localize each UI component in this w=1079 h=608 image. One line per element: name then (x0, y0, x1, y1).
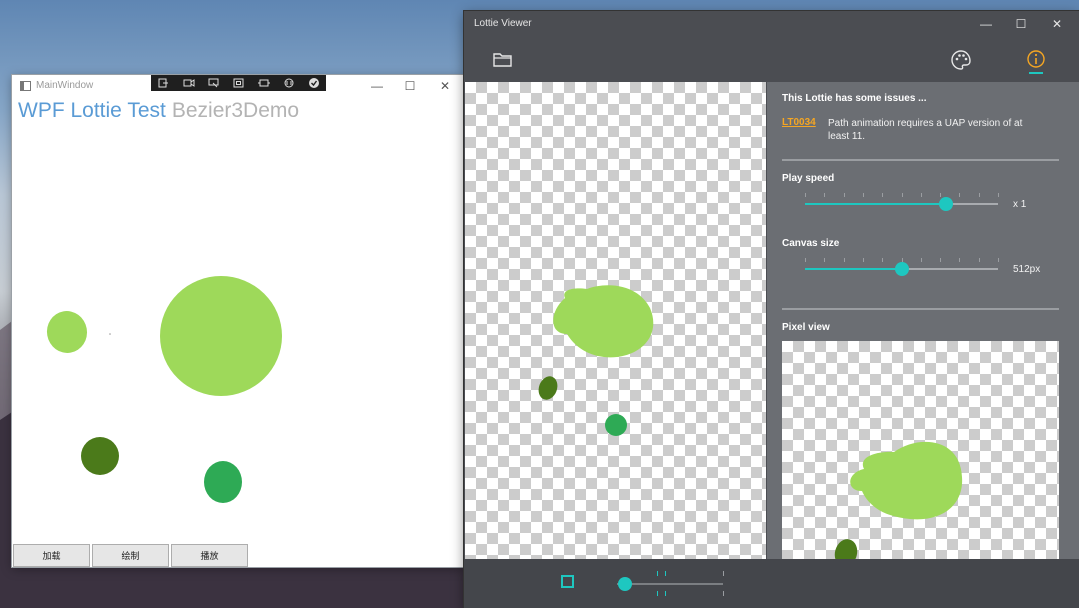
slider-tick (824, 258, 825, 262)
marker (657, 591, 658, 596)
shape-dark-green (81, 437, 119, 475)
lottie-viewer-window: Lottie Viewer — ☐ ✕ This Lottie has some… (464, 11, 1079, 608)
slider-tick (921, 193, 922, 197)
shape-mid-green (605, 414, 627, 436)
binding-failures-icon[interactable] (283, 78, 295, 88)
marker (665, 591, 666, 596)
divider (782, 159, 1059, 161)
lottie-stage (465, 82, 766, 559)
lv-close-button[interactable]: ✕ (1040, 15, 1074, 33)
wpf-heading-secondary: Bezier3Demo (171, 99, 300, 122)
marker (723, 591, 724, 596)
slider-thumb[interactable] (939, 197, 953, 211)
slider-tick (805, 193, 806, 197)
lottie-viewer-title: Lottie Viewer (474, 18, 532, 29)
slider-tick (863, 258, 864, 262)
playback-scrubber[interactable] (617, 571, 724, 596)
pixel-view-canvas (782, 341, 1059, 559)
canvas-size-slider[interactable] (805, 258, 999, 277)
slider-tick (940, 258, 941, 262)
slider-tick (882, 258, 883, 262)
canvas-size-value: 512px (1013, 264, 1041, 275)
playback-bar (464, 559, 1079, 608)
slider-tick (979, 258, 980, 262)
wpf-lottie-canvas (46, 276, 282, 503)
folder-icon (493, 53, 512, 67)
stop-button[interactable] (561, 575, 574, 588)
wpf-title-bar[interactable]: MainWindow — ☐ ✕ (12, 75, 464, 97)
wpf-heading: WPF Lottie Test Bezier3Demo (18, 99, 299, 123)
camera-icon[interactable] (183, 78, 195, 88)
track-focused-element-icon[interactable] (257, 78, 270, 88)
marker (657, 571, 658, 576)
slider-fill (805, 203, 946, 205)
marker (665, 571, 666, 576)
slider-tick (921, 258, 922, 262)
lv-minimize-button[interactable]: — (969, 15, 1003, 33)
wpf-heading-primary: WPF Lottie Test (18, 99, 166, 122)
slider-tick (882, 193, 883, 197)
shape-light-green-large (160, 276, 282, 396)
canvas-size-label: Canvas size (782, 238, 840, 249)
slider-tick (863, 193, 864, 197)
color-palette-button[interactable] (950, 49, 972, 71)
issues-title: This Lottie has some issues ... (782, 93, 927, 104)
slider-tick (979, 193, 980, 197)
shape-dark-green (538, 376, 558, 400)
play-speed-slider[interactable] (805, 193, 999, 212)
slider-tick (959, 193, 960, 197)
selected-indicator (1029, 72, 1043, 74)
slider-tick (998, 258, 999, 262)
issues-info-button[interactable] (1025, 49, 1047, 75)
issue-message: Path animation requires a UAP version of… (828, 118, 1023, 142)
slider-tick (824, 193, 825, 197)
slider-thumb[interactable] (895, 262, 909, 276)
slider-tick (902, 193, 903, 197)
slider-tick (844, 193, 845, 197)
slider-fill (805, 268, 902, 270)
go-to-live-tree-icon[interactable] (158, 78, 170, 88)
scrubber-thumb[interactable] (618, 577, 632, 591)
wpf-button-row: 加载 绘制 播放 (13, 544, 250, 567)
marker (723, 571, 724, 576)
lottie-viewer-title-bar[interactable]: Lottie Viewer — ☐ ✕ (464, 11, 1079, 37)
shape-dark-green (834, 539, 858, 559)
pixel-view-label: Pixel view (782, 322, 830, 333)
divider (782, 308, 1059, 310)
slider-tick (940, 193, 941, 197)
slider-tick (805, 258, 806, 262)
palette-icon (951, 50, 971, 70)
load-button[interactable]: 加载 (13, 544, 90, 567)
slider-tick (959, 258, 960, 262)
play-speed-label: Play speed (782, 173, 835, 184)
shape-mid-green (204, 461, 242, 503)
lottie-animation-preview (538, 285, 654, 436)
open-file-button[interactable] (492, 51, 514, 69)
scrubber-track (617, 583, 723, 585)
issues-panel: This Lottie has some issues ... LT0034 P… (767, 82, 1079, 559)
draw-button[interactable]: 绘制 (92, 544, 169, 567)
shape-light-green-blob (553, 285, 654, 358)
window-app-icon (20, 81, 31, 91)
slider-tick (844, 258, 845, 262)
xaml-debug-toolbar (151, 75, 326, 91)
wpf-window-title: MainWindow (36, 80, 94, 91)
lv-maximize-button[interactable]: ☐ (1004, 15, 1038, 33)
shape-dot (109, 333, 111, 335)
wpf-maximize-button[interactable]: ☐ (395, 77, 425, 95)
shape-light-green-small (46, 311, 88, 353)
slider-tick (998, 193, 999, 197)
play-speed-value: x 1 (1013, 199, 1027, 210)
info-icon (1027, 50, 1045, 68)
play-button[interactable]: 播放 (171, 544, 248, 567)
select-element-icon[interactable] (208, 78, 220, 88)
wpf-main-window: MainWindow — ☐ ✕ WPF Lottie Test Bezier3… (12, 75, 464, 567)
shape-light-green-blob (850, 441, 963, 520)
wpf-minimize-button[interactable]: — (362, 77, 392, 95)
pixel-view-preview (834, 441, 963, 559)
wpf-close-button[interactable]: ✕ (430, 77, 460, 95)
issue-code-link[interactable]: LT0034 (782, 117, 816, 128)
display-layout-adorners-icon[interactable] (233, 78, 245, 88)
hot-reload-ok-icon[interactable] (308, 78, 320, 88)
